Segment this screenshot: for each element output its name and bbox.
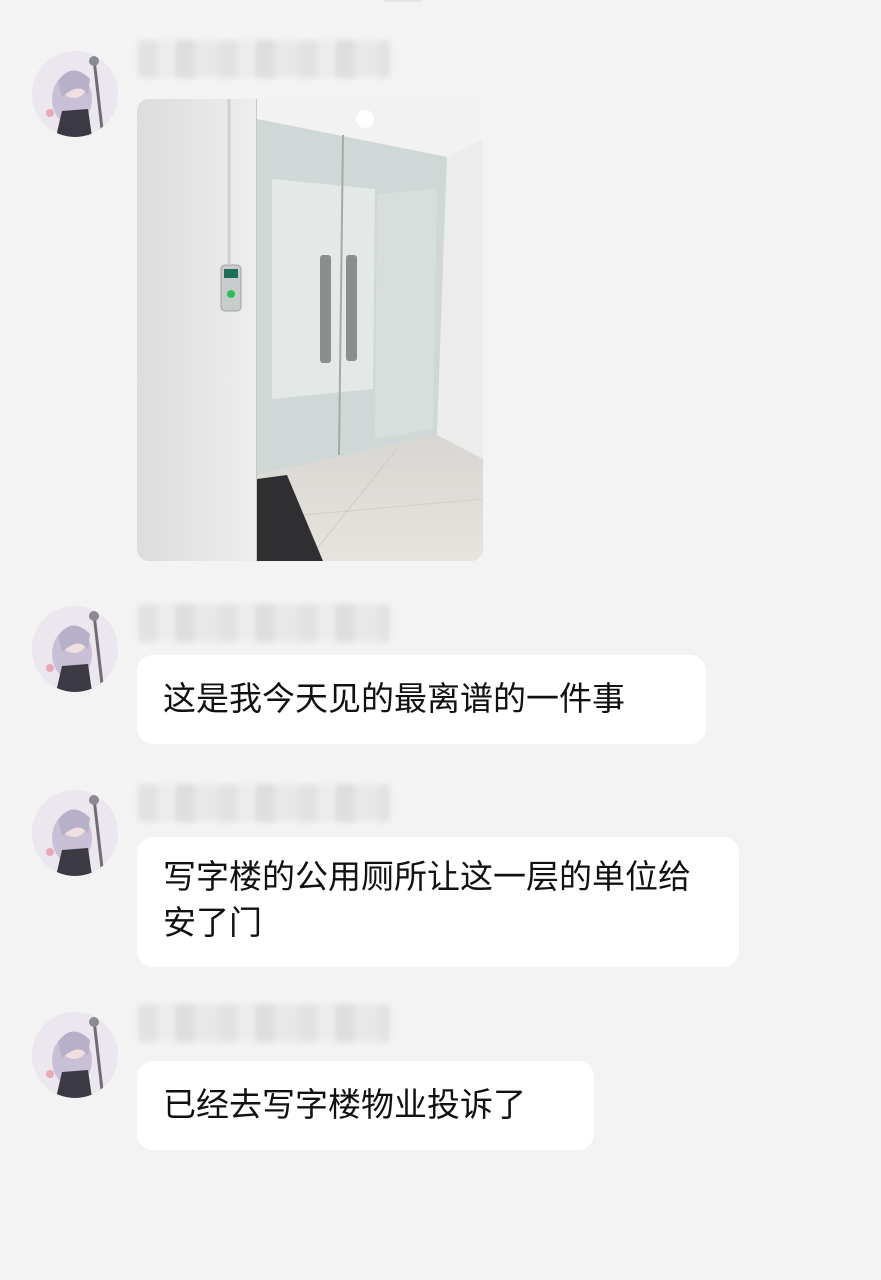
avatar[interactable] bbox=[32, 790, 118, 876]
avatar[interactable] bbox=[32, 1012, 118, 1098]
message-text: 这是我今天见的最离谱的一件事 bbox=[163, 679, 625, 718]
message-text: 写字楼的公用厕所让这一层的单位给安了门 bbox=[163, 857, 691, 942]
message-bubble[interactable]: 这是我今天见的最离谱的一件事 bbox=[137, 655, 706, 744]
message-bubble[interactable]: 写字楼的公用厕所让这一层的单位给安了门 bbox=[137, 837, 739, 967]
sender-name-blurred bbox=[138, 784, 390, 822]
avatar-illustration-icon bbox=[32, 51, 118, 137]
avatar[interactable] bbox=[32, 51, 118, 137]
sender-name-blurred bbox=[138, 40, 390, 78]
avatar[interactable] bbox=[32, 606, 118, 692]
message-bubble[interactable]: 已经去写字楼物业投诉了 bbox=[137, 1061, 594, 1150]
avatar-illustration-icon bbox=[32, 1012, 118, 1098]
chat-image[interactable] bbox=[137, 99, 483, 561]
message-text: 已经去写字楼物业投诉了 bbox=[163, 1085, 526, 1124]
avatar-illustration-icon bbox=[32, 606, 118, 692]
avatar-illustration-icon bbox=[32, 790, 118, 876]
glass-door-photo-icon bbox=[137, 99, 483, 561]
sender-name-blurred bbox=[138, 604, 390, 642]
sender-name-blurred bbox=[138, 1004, 390, 1042]
top-edge-indicator bbox=[383, 0, 423, 2]
